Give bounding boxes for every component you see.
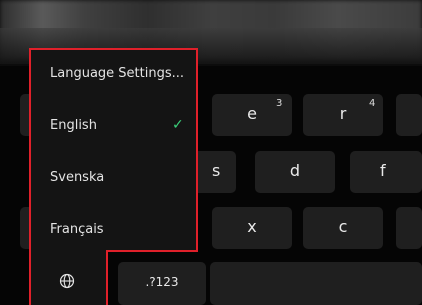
key-partial-right-row3[interactable] <box>396 207 422 249</box>
key-r-alt-label: 4 <box>369 98 376 109</box>
key-c[interactable]: c <box>303 207 383 249</box>
key-d[interactable]: d <box>255 151 335 193</box>
language-menu-outline <box>106 250 198 252</box>
language-settings-item[interactable]: Language Settings... <box>50 66 184 81</box>
symbols-key-label: .?123 <box>145 275 179 289</box>
key-s-label: s <box>212 161 221 180</box>
language-item-english[interactable]: English <box>50 118 97 133</box>
key-f-label: f <box>380 161 386 180</box>
symbols-key[interactable]: .?123 <box>118 262 206 305</box>
checkmark-icon: ✓ <box>172 117 184 133</box>
key-partial-right-row1[interactable] <box>396 94 422 136</box>
language-item-francais[interactable]: Français <box>50 222 104 237</box>
key-e-alt-label: 3 <box>276 98 283 109</box>
key-x[interactable]: x <box>212 207 292 249</box>
language-item-svenska[interactable]: Svenska <box>50 170 104 185</box>
key-d-label: d <box>289 161 301 180</box>
key-r[interactable]: r 4 <box>303 94 383 136</box>
key-f[interactable]: f <box>350 151 422 193</box>
key-x-label: x <box>247 217 257 236</box>
key-e[interactable]: e 3 <box>212 94 292 136</box>
key-c-label: c <box>338 217 348 236</box>
globe-icon[interactable] <box>59 273 75 293</box>
space-bar[interactable] <box>210 262 422 305</box>
